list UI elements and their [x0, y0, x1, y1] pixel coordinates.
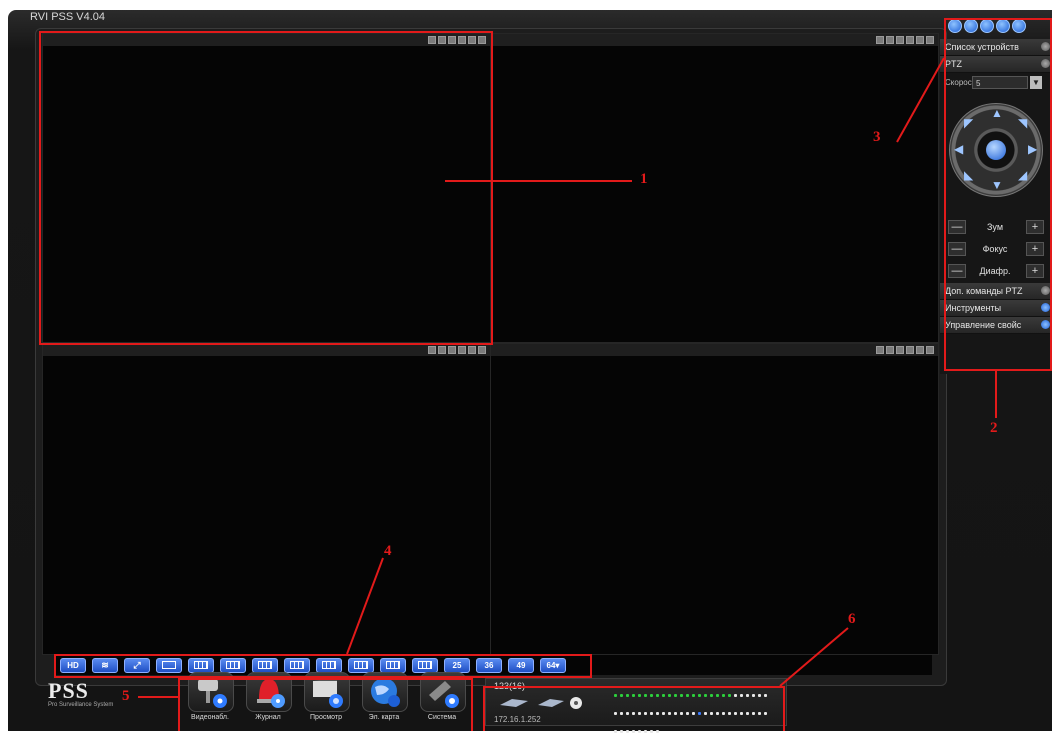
- pane-icon[interactable]: [906, 36, 914, 44]
- annotation-label-1: 1: [640, 171, 648, 187]
- annotation-box-panel: [944, 18, 1052, 371]
- annotation-label-5: 5: [122, 688, 130, 704]
- pane-icon[interactable]: [468, 346, 476, 354]
- app-title: RVI PSS V4.04: [30, 11, 106, 23]
- pane-toolbar: [491, 34, 938, 46]
- pane-icon[interactable]: [458, 346, 466, 354]
- video-pane-3[interactable]: [42, 343, 491, 655]
- pane-icon[interactable]: [926, 346, 934, 354]
- pane-toolbar: [491, 344, 938, 356]
- video-pane-4[interactable]: [490, 343, 939, 655]
- pss-logo: PSS Pro Surveillance System: [48, 678, 113, 708]
- annotation-label-2: 2: [990, 420, 998, 436]
- logo-subtitle: Pro Surveillance System: [48, 702, 114, 708]
- pane-icon[interactable]: [896, 36, 904, 44]
- pane-icon[interactable]: [876, 36, 884, 44]
- pane-icon[interactable]: [438, 346, 446, 354]
- annotation-label-4: 4: [384, 543, 392, 559]
- annotation-box-status: [483, 686, 785, 731]
- annotation-label-3: 3: [873, 129, 881, 145]
- pane-icon[interactable]: [876, 346, 884, 354]
- pane-icon[interactable]: [906, 346, 914, 354]
- pane-icon[interactable]: [886, 36, 894, 44]
- pane-icon[interactable]: [428, 346, 436, 354]
- pane-icon[interactable]: [478, 346, 486, 354]
- video-pane-2[interactable]: [490, 33, 939, 343]
- pane-icon[interactable]: [916, 36, 924, 44]
- annotation-box-dock: [178, 678, 473, 731]
- pane-icon[interactable]: [886, 346, 894, 354]
- annotation-box-video: [39, 31, 493, 345]
- pane-icon[interactable]: [916, 346, 924, 354]
- logo-text: PSS: [48, 678, 89, 703]
- pane-icon[interactable]: [896, 346, 904, 354]
- pane-icon[interactable]: [448, 346, 456, 354]
- pane-icon[interactable]: [926, 36, 934, 44]
- pane-toolbar: [43, 344, 490, 356]
- annotation-box-toolbar: [54, 654, 592, 678]
- annotation-label-6: 6: [848, 611, 856, 627]
